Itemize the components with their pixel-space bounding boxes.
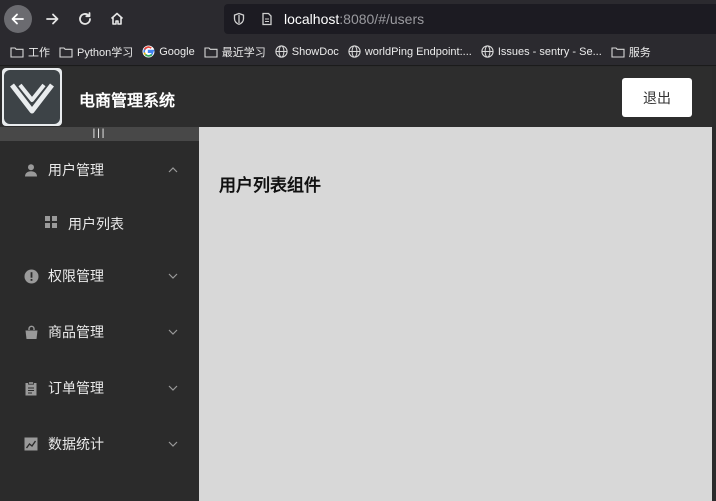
globe-icon xyxy=(348,45,361,58)
sidebar-item-data-statistics[interactable]: 数据统计 xyxy=(0,416,199,472)
url-path: :8080/#/users xyxy=(339,11,425,27)
home-icon xyxy=(110,12,124,25)
google-icon xyxy=(142,45,155,58)
bookmark-item[interactable]: 服务 xyxy=(611,44,651,60)
bookmark-label: 最近学习 xyxy=(221,46,266,59)
bookmark-item[interactable]: ShowDoc xyxy=(275,45,339,58)
clipboard-icon xyxy=(23,380,39,396)
folder-icon xyxy=(59,46,73,58)
chevron-up-icon xyxy=(168,167,178,173)
sidebar-toggle-button[interactable]: ||| xyxy=(0,127,199,141)
logout-button[interactable]: 退出 xyxy=(622,78,692,117)
sidebar-item-permission-management[interactable]: 权限管理 xyxy=(0,248,199,304)
globe-icon xyxy=(481,45,494,58)
sidebar-subitem-label: 用户列表 xyxy=(68,216,124,232)
url-text[interactable]: localhost:8080/#/users xyxy=(284,11,424,27)
logo-mark xyxy=(4,70,60,124)
bookmark-label: Google xyxy=(159,45,195,58)
shield-icon[interactable] xyxy=(232,12,246,31)
url-host: localhost xyxy=(284,11,340,27)
bookmark-item[interactable]: Issues - sentry - Se... xyxy=(481,45,602,58)
forward-button[interactable] xyxy=(38,5,66,33)
main-content: 用户列表组件 xyxy=(199,127,712,501)
page-title: 用户列表组件 xyxy=(219,176,321,195)
bookmarks-bar: 工作 Python学习 Google 最近学习 ShowDoc worldPing End… xyxy=(0,38,716,66)
sidebar-item-label: 订单管理 xyxy=(48,380,104,396)
chevron-down-icon xyxy=(168,329,178,335)
chevron-down-icon xyxy=(168,273,178,279)
bookmark-item[interactable]: 工作 xyxy=(10,44,50,60)
bookmark-label: worldPing Endpoint:... xyxy=(364,45,472,58)
bookmark-item[interactable]: 最近学习 xyxy=(204,44,266,60)
arrow-right-icon xyxy=(46,13,59,25)
warning-icon xyxy=(23,268,39,284)
sidebar-item-label: 商品管理 xyxy=(48,324,104,340)
globe-icon xyxy=(275,45,288,58)
user-icon xyxy=(23,162,39,178)
bookmark-item[interactable]: Google xyxy=(142,45,195,58)
back-button[interactable] xyxy=(4,5,32,33)
app-title: 电商管理系统 xyxy=(79,93,176,110)
reload-icon xyxy=(79,12,91,25)
sidebar-subitem-user-list[interactable]: 用户列表 xyxy=(0,196,199,252)
bookmark-item[interactable]: worldPing Endpoint:... xyxy=(348,45,472,58)
chevron-down-icon xyxy=(168,441,178,447)
sidebar-item-label: 权限管理 xyxy=(48,268,104,284)
bookmark-label: ShowDoc xyxy=(291,45,339,58)
bookmark-label: 工作 xyxy=(28,46,50,59)
home-button[interactable] xyxy=(103,5,131,33)
bookmark-label: Python学习 xyxy=(77,46,134,59)
bookmark-item[interactable]: Python学习 xyxy=(59,44,133,60)
browser-toolbar: localhost:8080/#/users xyxy=(0,0,716,38)
sidebar-item-user-management[interactable]: 用户管理 xyxy=(0,142,199,198)
page-icon[interactable] xyxy=(260,12,274,31)
arrow-left-icon xyxy=(11,13,24,25)
sidebar-item-product-management[interactable]: 商品管理 xyxy=(0,304,199,360)
grid-icon xyxy=(44,215,58,234)
address-bar[interactable]: localhost:8080/#/users xyxy=(224,4,716,34)
bookmark-label: 服务 xyxy=(628,46,651,59)
reload-button[interactable] xyxy=(71,5,99,33)
sidebar-item-label: 用户管理 xyxy=(48,162,104,178)
sidebar-item-label: 数据统计 xyxy=(48,436,104,452)
shopping-bag-icon xyxy=(23,324,39,340)
chevron-down-icon xyxy=(168,385,178,391)
app-logo xyxy=(2,68,62,126)
page-edge xyxy=(712,67,716,501)
logo-chevron-icon xyxy=(10,83,54,114)
folder-icon xyxy=(204,46,218,58)
folder-icon xyxy=(611,46,625,58)
bookmark-label: Issues - sentry - Se... xyxy=(497,45,602,58)
sidebar-item-order-management[interactable]: 订单管理 xyxy=(0,360,199,416)
chart-icon xyxy=(23,436,39,452)
folder-icon xyxy=(10,46,24,58)
